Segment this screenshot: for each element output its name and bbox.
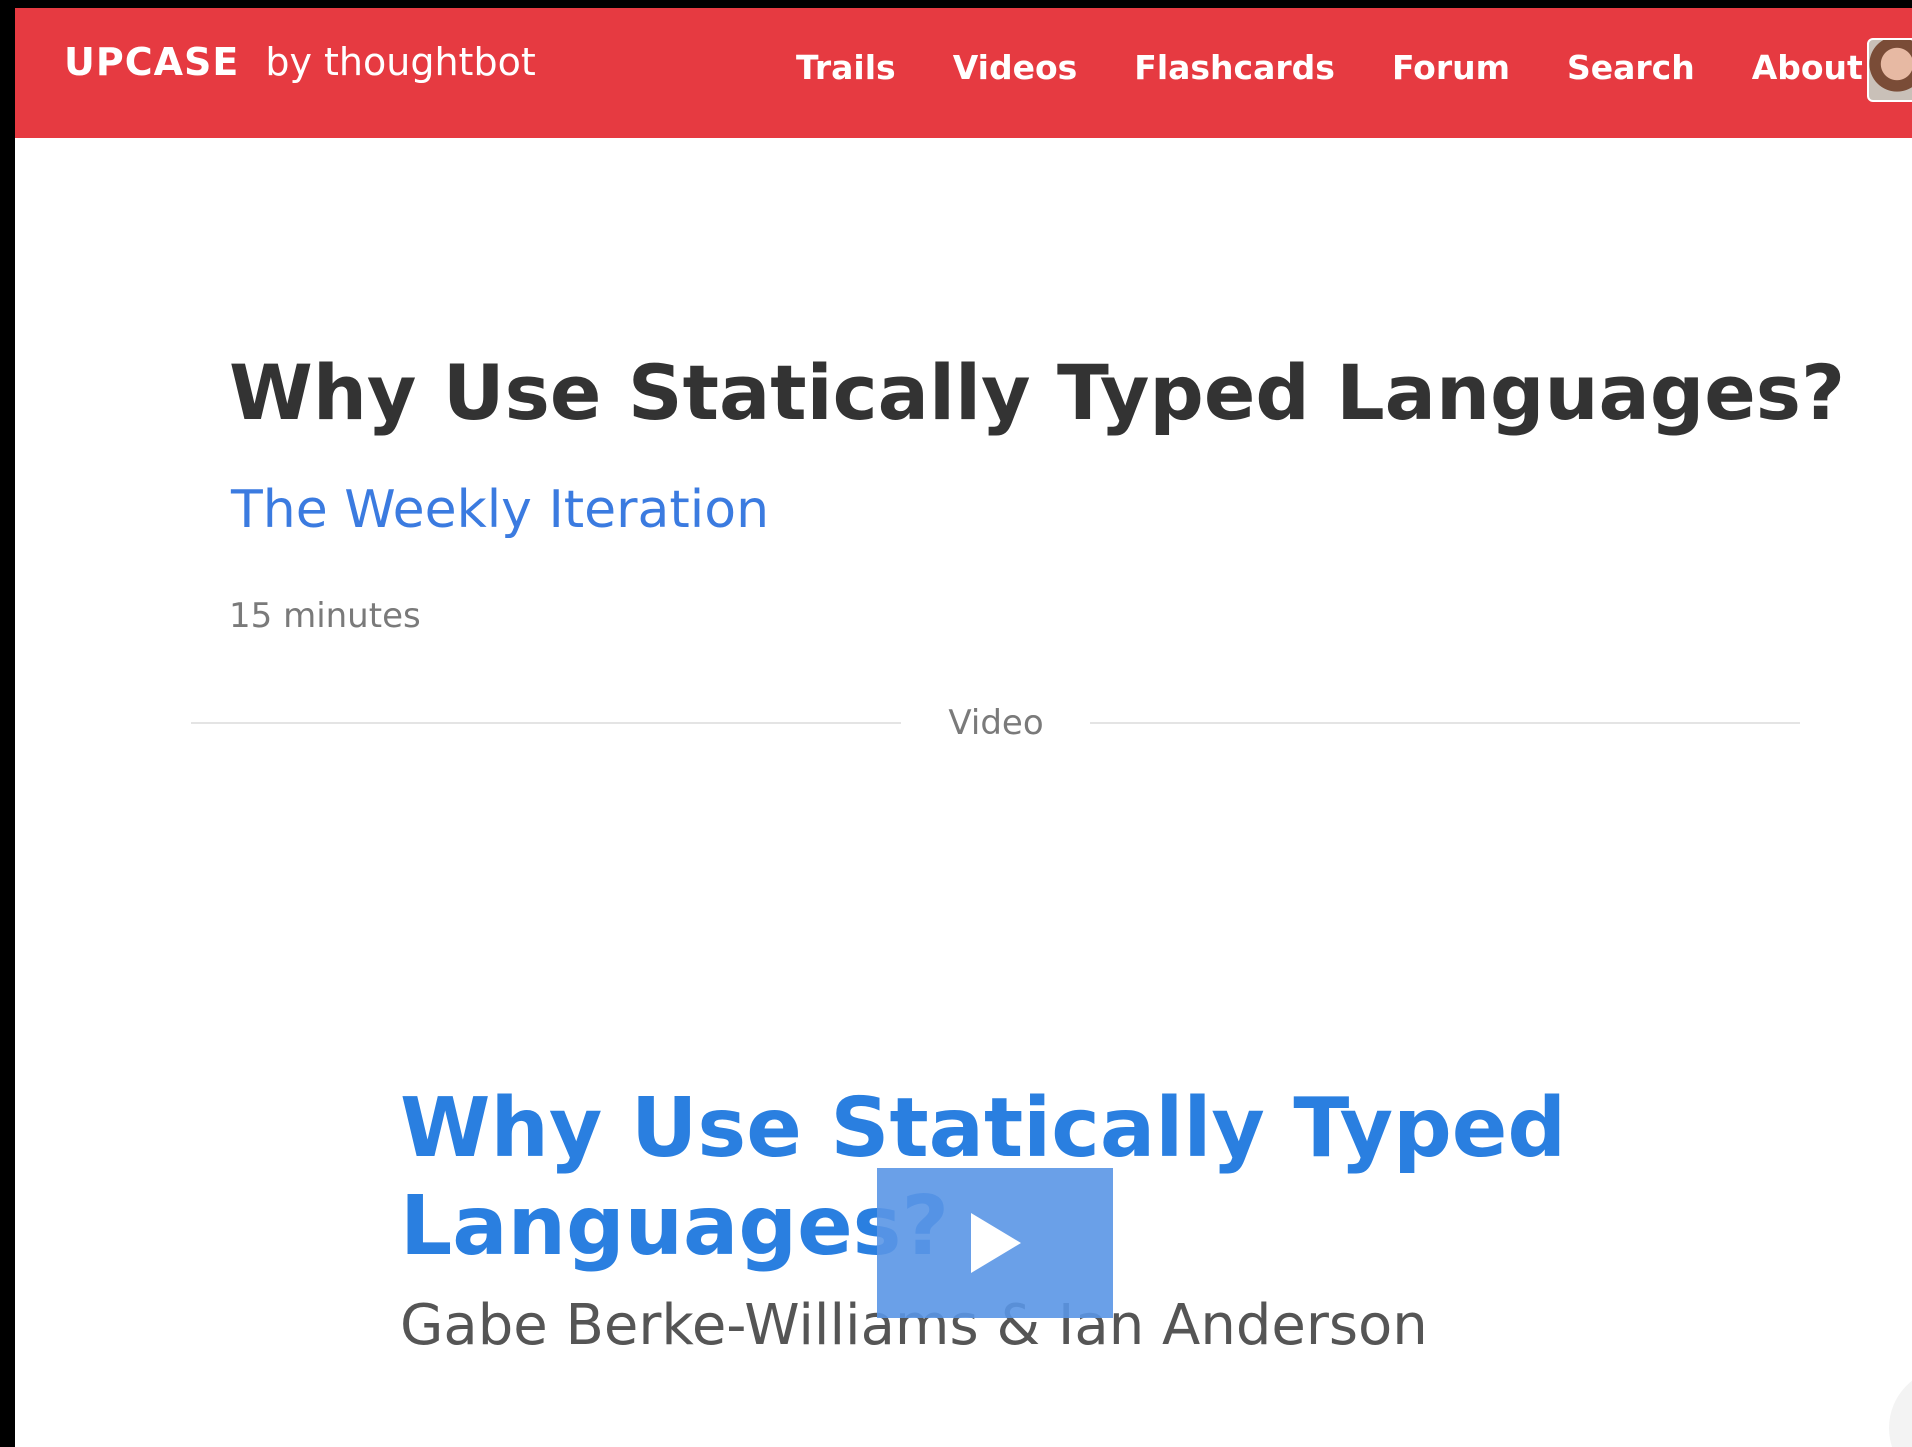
- browser-viewport: UPCASE by thoughtbot Trails Videos Flash…: [15, 8, 1912, 1447]
- upcase-logo[interactable]: UPCASE by thoughtbot: [64, 40, 536, 100]
- divider-line-right: [1090, 722, 1800, 724]
- main-nav: Trails Videos Flashcards Forum Search Ab…: [796, 48, 1912, 87]
- section-divider: Video: [191, 703, 1800, 763]
- nav-videos[interactable]: Videos: [953, 48, 1078, 87]
- user-avatar[interactable]: [1867, 38, 1912, 102]
- play-icon: [971, 1213, 1021, 1273]
- nav-trails[interactable]: Trails: [796, 48, 896, 87]
- nav-forum[interactable]: Forum: [1392, 48, 1510, 87]
- page-title: Why Use Statically Typed Languages?: [229, 348, 1846, 437]
- logo-tagline: by thoughtbot: [265, 40, 536, 84]
- scroll-indicator: [1889, 1368, 1912, 1447]
- series-link[interactable]: The Weekly Iteration: [231, 480, 769, 540]
- nav-flashcards[interactable]: Flashcards: [1134, 48, 1335, 87]
- logo-wordmark: UPCASE: [64, 40, 240, 84]
- nav-search[interactable]: Search: [1567, 48, 1695, 87]
- play-button[interactable]: [877, 1168, 1113, 1318]
- section-label: Video: [948, 703, 1044, 743]
- divider-line-left: [191, 722, 901, 724]
- duration-label: 15 minutes: [229, 596, 421, 636]
- video-player[interactable]: Why Use Statically Typed Languages? Gabe…: [191, 788, 1800, 1447]
- top-navigation-bar: UPCASE by thoughtbot Trails Videos Flash…: [15, 8, 1912, 138]
